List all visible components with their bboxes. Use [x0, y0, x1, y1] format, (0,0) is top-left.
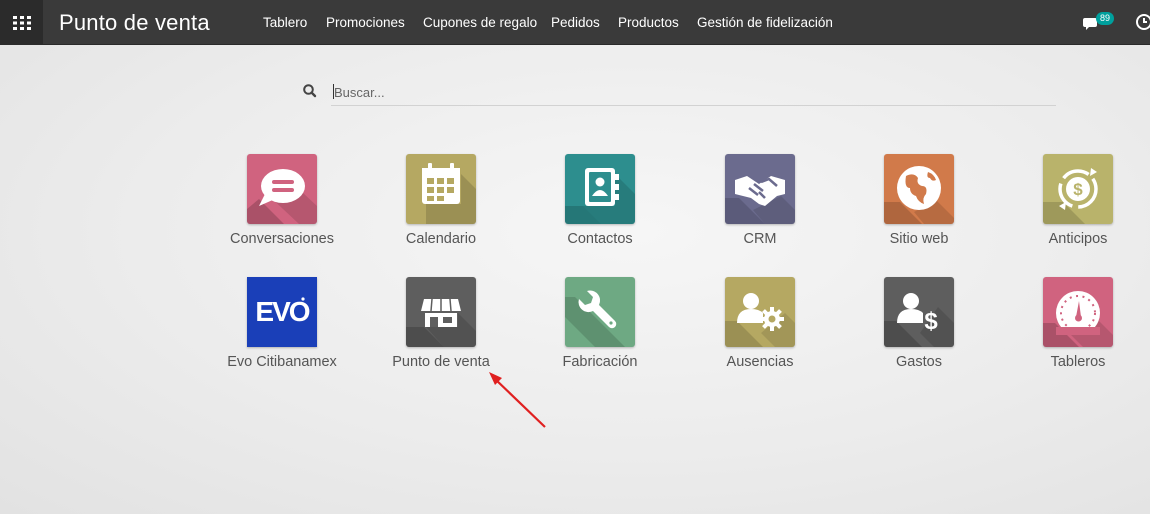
app-menu-button[interactable]: [0, 0, 43, 45]
app-label: Tableros: [1050, 354, 1106, 370]
gauge-icon: [1043, 291, 1113, 347]
menu-promociones[interactable]: Promociones: [326, 15, 405, 30]
app-tile: [1043, 277, 1113, 347]
user-dollar-icon: $: [884, 293, 954, 347]
calendar-icon: [422, 163, 476, 224]
chat-count-badge: 89: [1096, 12, 1115, 25]
top-navbar: Punto de venta Tablero Promociones Cupon…: [0, 0, 1150, 45]
app-evo-citibanamex[interactable]: EVO Evo Citibanamex: [212, 277, 352, 387]
address-book-icon: [565, 168, 635, 224]
svg-text:$: $: [1073, 180, 1083, 199]
app-label: Conversaciones: [230, 231, 334, 247]
svg-text:$: $: [924, 308, 938, 335]
app-ausencias[interactable]: Ausencias: [690, 277, 830, 387]
app-tile: [884, 154, 954, 224]
app-label: Sitio web: [889, 231, 949, 247]
app-label: Ausencias: [726, 354, 794, 370]
dollar-cycle-icon: $: [1043, 168, 1098, 224]
search-input[interactable]: [331, 80, 1056, 106]
app-label: Evo Citibanamex: [227, 354, 337, 370]
app-anticipos[interactable]: $ Anticipos: [1008, 154, 1148, 264]
app-tile: [247, 154, 317, 224]
app-title[interactable]: Punto de venta: [59, 10, 210, 36]
chat-bubble-icon: [247, 169, 317, 224]
app-tile: $: [1043, 154, 1113, 224]
app-calendario[interactable]: Calendario: [371, 154, 511, 264]
svg-text:EVO: EVO: [255, 296, 309, 327]
app-crm[interactable]: CRM: [690, 154, 830, 264]
text-caret: [333, 84, 334, 99]
messaging-button[interactable]: 89: [1083, 12, 1119, 33]
app-label: Anticipos: [1048, 231, 1108, 247]
user-gear-icon: [725, 293, 795, 347]
search-icon: [303, 84, 317, 98]
clock-icon: [1136, 14, 1150, 30]
app-sitio-web[interactable]: Sitio web: [849, 154, 989, 264]
menu-tablero[interactable]: Tablero: [263, 15, 307, 30]
app-gastos[interactable]: $ Gastos: [849, 277, 989, 387]
app-label: Gastos: [896, 354, 942, 370]
app-label: CRM: [743, 231, 777, 247]
app-label: Calendario: [405, 231, 477, 247]
menu-productos[interactable]: Productos: [618, 15, 679, 30]
menu-cupones-de-regalo[interactable]: Cupones de regalo: [423, 15, 537, 30]
app-tile: [725, 277, 795, 347]
app-tile: [565, 154, 635, 224]
handshake-icon: [725, 176, 795, 224]
search-bar: [302, 80, 1056, 107]
store-icon: [406, 298, 476, 347]
activity-button[interactable]: [1135, 13, 1150, 31]
app-label: Contactos: [567, 231, 633, 247]
wrench-icon: [565, 290, 625, 347]
app-tile: EVO: [247, 277, 317, 347]
app-conversaciones[interactable]: Conversaciones: [212, 154, 352, 264]
app-tile: [406, 277, 476, 347]
app-tile: [565, 277, 635, 347]
app-tile: [725, 154, 795, 224]
menu-gestion-de-fidelizacion[interactable]: Gestión de fidelización: [697, 15, 833, 30]
app-tile: [406, 154, 476, 224]
annotation-arrow: [489, 372, 546, 428]
app-tableros[interactable]: Tableros: [1008, 277, 1148, 387]
grid-icon: [12, 15, 31, 30]
globe-icon: [884, 166, 954, 224]
menu-pedidos[interactable]: Pedidos: [551, 15, 600, 30]
app-tile: $: [884, 277, 954, 347]
app-contactos[interactable]: Contactos: [530, 154, 670, 264]
evo-logo-icon: EVO: [255, 296, 311, 327]
